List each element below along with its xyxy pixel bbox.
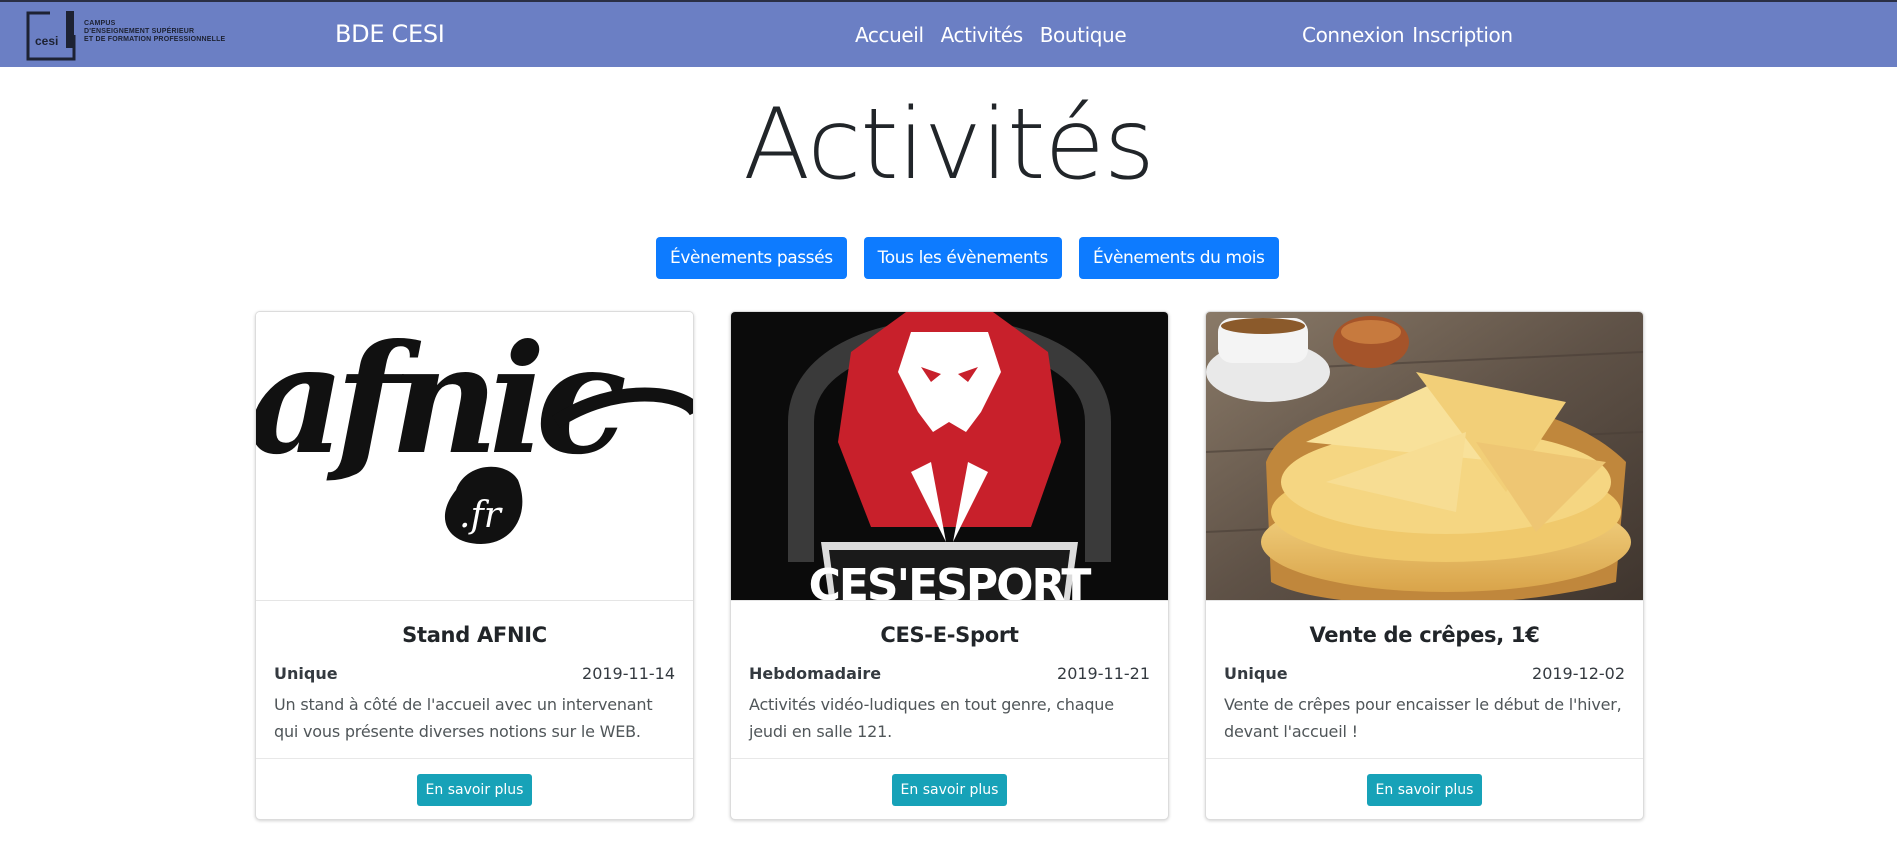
- cesi-logo[interactable]: cesi CAMPUS D'ENSEIGNEMENT SUPÉRIEUR ET …: [26, 11, 226, 61]
- crepes-image: [1206, 312, 1643, 600]
- nav-inscription[interactable]: Inscription: [1412, 23, 1513, 47]
- learn-more-button[interactable]: En savoir plus: [416, 773, 533, 806]
- card-footer: En savoir plus: [731, 758, 1168, 819]
- event-card: Vente de crêpes, 1€ Unique 2019-12-02 Ve…: [1205, 311, 1644, 820]
- svg-text:.fr: .fr: [459, 495, 503, 536]
- cesi-logo-mark: cesi: [26, 11, 76, 61]
- card-date: 2019-12-02: [1532, 664, 1625, 683]
- event-card: afnic .fr Stand AFNIC Unique 2019-11-14 …: [255, 311, 694, 820]
- card-title: CES-E-Sport: [880, 623, 1019, 647]
- card-description: Activités vidéo-ludiques en tout genre, …: [749, 695, 1114, 741]
- card-description: Vente de crêpes pour encaisser le début …: [1224, 695, 1622, 741]
- card-footer: En savoir plus: [1206, 758, 1643, 819]
- afnic-logo-image: afnic .fr: [256, 312, 693, 600]
- card-body: CES-E-Sport Hebdomadaire 2019-11-21 Acti…: [731, 600, 1168, 770]
- logo-line: D'ENSEIGNEMENT SUPÉRIEUR: [84, 28, 195, 35]
- event-card: CES'ESPORT CES-E-Sport Hebdomadaire 2019…: [730, 311, 1169, 820]
- auth-nav: Connexion Inscription: [1302, 23, 1513, 47]
- card-frequency: Hebdomadaire: [749, 664, 882, 683]
- card-footer: En savoir plus: [256, 758, 693, 819]
- all-events-button[interactable]: Tous les évènements: [863, 237, 1062, 279]
- learn-more-button[interactable]: En savoir plus: [1366, 773, 1483, 806]
- logo-text: CAMPUS D'ENSEIGNEMENT SUPÉRIEUR ET DE FO…: [84, 20, 225, 44]
- nav-boutique[interactable]: Boutique: [1040, 23, 1127, 47]
- card-body: Stand AFNIC Unique 2019-11-14 Un stand à…: [256, 600, 693, 770]
- month-events-button[interactable]: Évènements du mois: [1078, 237, 1279, 279]
- nav-activites[interactable]: Activités: [941, 23, 1023, 47]
- page-title: Activités: [743, 88, 1155, 202]
- card-date: 2019-11-14: [582, 664, 675, 683]
- top-navbar: cesi CAMPUS D'ENSEIGNEMENT SUPÉRIEUR ET …: [0, 0, 1897, 67]
- nav-connexion[interactable]: Connexion: [1302, 23, 1405, 47]
- svg-text:afnic: afnic: [256, 312, 625, 488]
- event-filters: Évènements passés Tous les évènements Év…: [656, 237, 1279, 279]
- card-title: Vente de crêpes, 1€: [1309, 623, 1540, 647]
- past-events-button[interactable]: Évènements passés: [656, 237, 847, 279]
- svg-text:cesi: cesi: [35, 34, 58, 48]
- card-description: Un stand à côté de l'accueil avec un int…: [274, 695, 653, 741]
- logo-line: CAMPUS: [84, 20, 116, 27]
- card-body: Vente de crêpes, 1€ Unique 2019-12-02 Ve…: [1206, 600, 1643, 770]
- ces-esport-image: CES'ESPORT: [731, 312, 1168, 600]
- card-title: Stand AFNIC: [402, 623, 547, 647]
- card-date: 2019-11-21: [1057, 664, 1150, 683]
- brand-title[interactable]: BDE CESI: [335, 20, 445, 48]
- card-frequency: Unique: [1224, 664, 1288, 683]
- card-meta: Unique 2019-12-02: [1224, 664, 1625, 683]
- main-nav: Accueil Activités Boutique: [855, 23, 1127, 47]
- card-frequency: Unique: [274, 664, 338, 683]
- svg-text:CES'ESPORT: CES'ESPORT: [809, 560, 1092, 600]
- learn-more-button[interactable]: En savoir plus: [891, 773, 1008, 806]
- card-meta: Unique 2019-11-14: [274, 664, 675, 683]
- card-meta: Hebdomadaire 2019-11-21: [749, 664, 1150, 683]
- nav-accueil[interactable]: Accueil: [855, 23, 924, 47]
- logo-line: ET DE FORMATION PROFESSIONNELLE: [84, 36, 226, 43]
